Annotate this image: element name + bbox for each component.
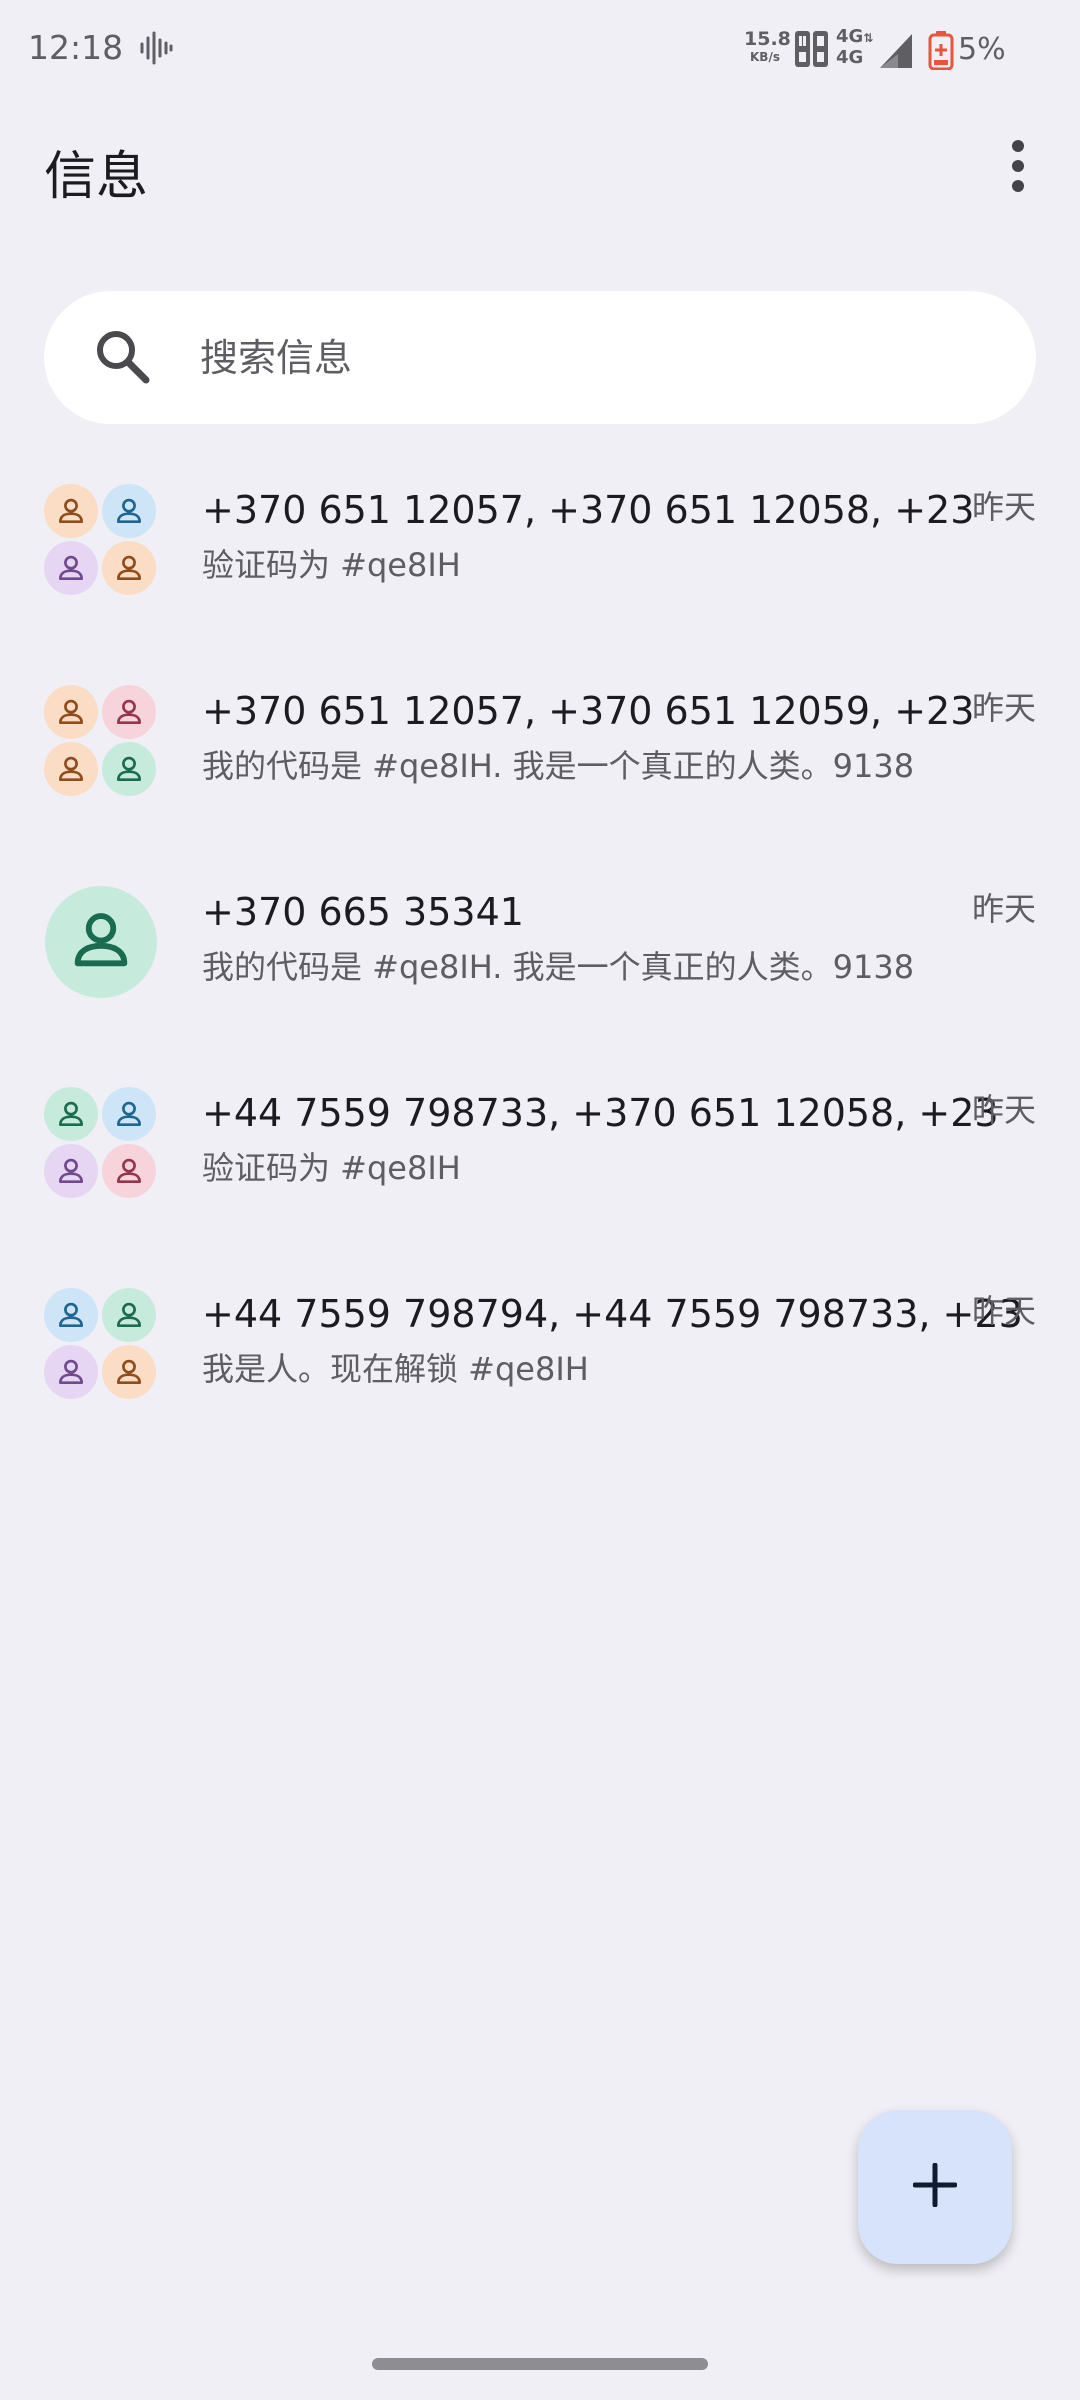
group-avatar <box>44 484 158 598</box>
conversation-snippet: 我是人。现在解锁 #qe8IH <box>202 1350 589 1388</box>
page-title: 信息 <box>44 147 149 207</box>
network-speed-value: 15.8 <box>744 28 791 50</box>
conversation-title: +370 651 12057, +370 651 12059, +23 <box>202 689 975 733</box>
person-icon <box>102 742 156 796</box>
person-icon <box>44 1345 98 1399</box>
network-type: 4G⇅ 4G <box>836 27 873 68</box>
new-conversation-button[interactable] <box>858 2110 1012 2264</box>
person-icon <box>102 1144 156 1198</box>
person-icon <box>44 484 98 538</box>
group-avatar <box>44 1288 158 1402</box>
person-icon <box>102 484 156 538</box>
network-type-top: 4G <box>836 26 864 47</box>
group-avatar <box>44 685 158 799</box>
updown-arrow-icon: ⇅ <box>863 31 874 45</box>
gesture-navigation-bar[interactable] <box>372 2358 708 2370</box>
person-icon <box>102 541 156 595</box>
search-bar[interactable] <box>44 291 1036 424</box>
person-icon <box>44 1288 98 1342</box>
person-icon <box>44 1087 98 1141</box>
conversation-snippet: 验证码为 #qe8IH <box>202 1149 461 1187</box>
conversation-title: +44 7559 798794, +44 7559 798733, +23 <box>202 1292 1023 1336</box>
conversation-row[interactable]: +44 7559 798733, +370 651 12058, +23 验证码为… <box>0 1087 1080 1287</box>
more-vert-icon <box>1010 140 1026 196</box>
person-icon <box>102 1288 156 1342</box>
person-icon <box>66 905 136 979</box>
conversation-time: 昨天 <box>971 1091 1036 1129</box>
battery-icon <box>928 30 954 74</box>
conversation-time: 昨天 <box>971 488 1036 526</box>
status-bar: 12:18 15.8 KB/s 4G⇅ 4G 5% <box>0 0 1080 100</box>
contact-avatar <box>45 886 157 998</box>
conversation-snippet: 我的代码是 #qe8IH. 我是一个真正的人类。9138 <box>202 747 915 785</box>
person-icon <box>102 1087 156 1141</box>
conversation-row[interactable]: +44 7559 798794, +44 7559 798733, +23 我是人… <box>0 1288 1080 1488</box>
person-icon <box>102 685 156 739</box>
search-input[interactable] <box>200 291 980 424</box>
conversation-title: +370 651 12057, +370 651 12058, +23 <box>202 488 975 532</box>
person-icon <box>44 1144 98 1198</box>
person-icon <box>44 685 98 739</box>
conversation-time: 昨天 <box>971 890 1036 928</box>
battery-percent: 5% <box>958 32 1006 67</box>
status-time: 12:18 <box>28 28 124 67</box>
conversation-time: 昨天 <box>971 689 1036 727</box>
overflow-menu-button[interactable] <box>998 134 1038 202</box>
conversation-time: 昨天 <box>971 1292 1036 1330</box>
conversation-title: +44 7559 798733, +370 651 12058, +23 <box>202 1091 999 1135</box>
person-icon <box>102 1345 156 1399</box>
group-avatar <box>44 1087 158 1201</box>
person-icon <box>44 541 98 595</box>
conversation-row[interactable]: +370 665 35341 我的代码是 #qe8IH. 我是一个真正的人类。91… <box>0 886 1080 1086</box>
signal-icon <box>878 30 914 74</box>
network-speed-unit: KB/s <box>750 50 780 64</box>
network-type-bottom: 4G <box>836 47 864 68</box>
conversation-row[interactable]: +370 651 12057, +370 651 12059, +23 我的代码是… <box>0 685 1080 885</box>
conversation-snippet: 我的代码是 #qe8IH. 我是一个真正的人类。9138 <box>202 948 915 986</box>
audio-wave-icon <box>138 30 174 70</box>
plus-icon <box>912 2162 958 2211</box>
conversation-row[interactable]: +370 651 12057, +370 651 12058, +23 验证码为 … <box>0 484 1080 684</box>
search-icon <box>94 328 152 390</box>
conversation-title: +370 665 35341 <box>202 890 524 934</box>
hd-voice-icon <box>794 30 830 72</box>
conversation-snippet: 验证码为 #qe8IH <box>202 546 461 584</box>
person-icon <box>44 742 98 796</box>
network-speed: 15.8 KB/s <box>744 28 791 64</box>
